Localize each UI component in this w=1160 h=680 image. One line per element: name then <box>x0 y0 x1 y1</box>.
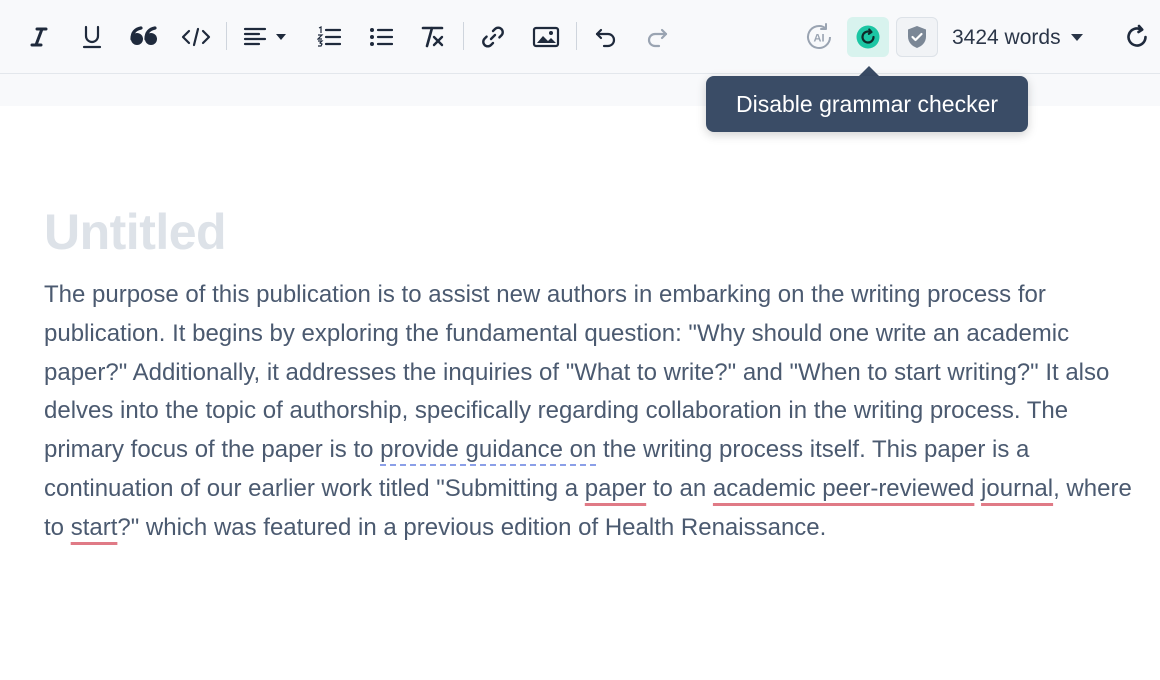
document-title[interactable]: Untitled <box>44 198 227 266</box>
refresh-button[interactable] <box>1124 18 1150 56</box>
italic-icon <box>30 27 48 47</box>
ai-button[interactable]: AI <box>804 18 834 56</box>
underline-icon <box>82 25 102 49</box>
svg-text:AI: AI <box>814 33 825 45</box>
bullet-list-button[interactable] <box>369 18 393 56</box>
tooltip-arrow <box>859 66 879 76</box>
body-text: to an <box>646 474 713 502</box>
grammar-error-mark[interactable]: start <box>71 514 118 541</box>
grammar-tooltip: Disable grammar checker <box>706 76 1028 132</box>
italic-button[interactable] <box>26 18 52 56</box>
ordered-list-button[interactable] <box>317 18 341 56</box>
redo-button[interactable] <box>645 18 669 56</box>
underline-button[interactable] <box>80 18 104 56</box>
code-button[interactable] <box>181 18 211 56</box>
quote-icon <box>130 26 157 45</box>
toolbar-divider <box>463 22 464 50</box>
grammar-checker-button[interactable] <box>847 17 889 57</box>
link-button[interactable] <box>480 18 506 56</box>
grammar-error-mark[interactable]: journal <box>981 475 1053 502</box>
undo-button[interactable] <box>594 18 618 56</box>
chevron-down-icon <box>1070 34 1083 41</box>
undo-icon <box>595 28 616 48</box>
bullet-list-icon <box>370 28 393 46</box>
refresh-icon <box>1127 24 1147 47</box>
redo-icon <box>647 28 668 48</box>
link-icon <box>482 26 504 48</box>
document-body[interactable]: The purpose of this publication is to as… <box>44 276 1134 548</box>
word-count-label: 3424 words <box>952 26 1061 49</box>
align-left-icon <box>243 27 286 46</box>
clear-format-icon <box>421 26 444 48</box>
body-text: ?" which was featured in a previous edit… <box>117 513 827 541</box>
image-button[interactable] <box>532 18 560 56</box>
grammar-checker-icon <box>856 25 880 49</box>
image-icon <box>532 26 560 48</box>
style-suggestion-mark[interactable]: provide guidance on <box>380 436 596 463</box>
toolbar-divider <box>226 22 227 50</box>
toolbar-divider <box>576 22 577 50</box>
document-title-placeholder: Untitled <box>44 204 227 260</box>
tooltip-text: Disable grammar checker <box>735 90 999 117</box>
plagiarism-check-button[interactable] <box>896 17 938 57</box>
code-icon <box>181 27 211 47</box>
blockquote-button[interactable] <box>129 18 159 56</box>
clear-format-button[interactable] <box>420 18 446 56</box>
grammar-error-mark[interactable]: paper <box>585 475 646 502</box>
grammar-error-mark[interactable]: academic peer-reviewed <box>713 475 974 502</box>
ai-icon: AI <box>807 23 831 49</box>
shield-check-icon <box>908 26 926 48</box>
editor-toolbar: AI 3424 words <box>0 0 1160 74</box>
align-dropdown-button[interactable] <box>243 18 289 56</box>
word-count-dropdown[interactable]: 3424 words <box>952 24 1083 52</box>
ordered-list-icon <box>317 26 341 47</box>
